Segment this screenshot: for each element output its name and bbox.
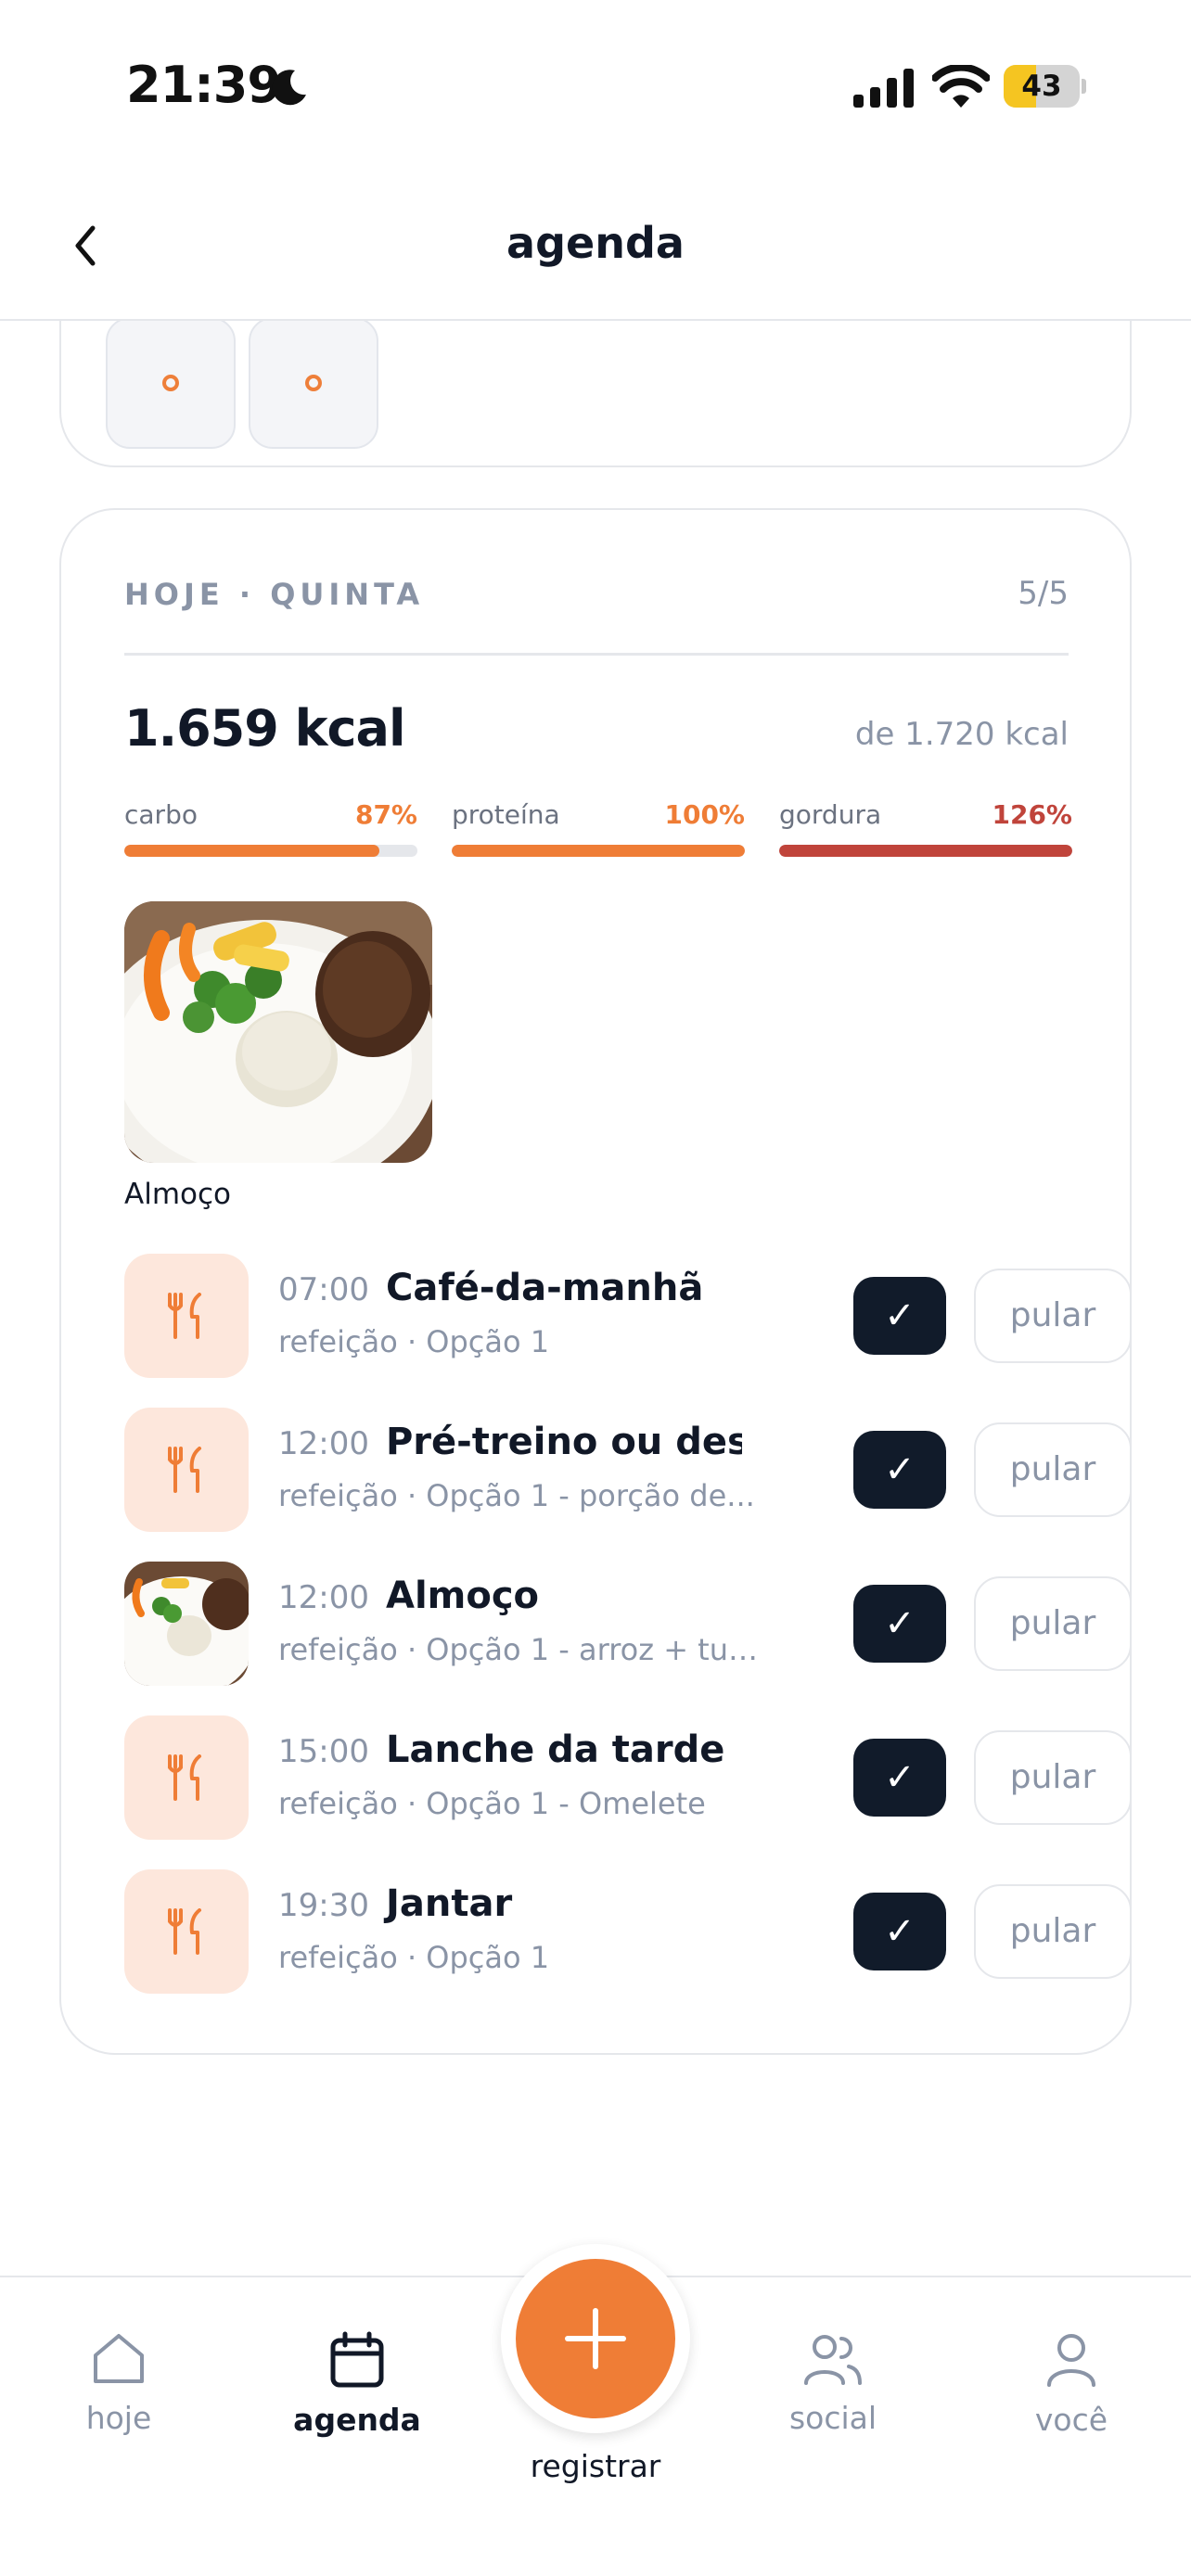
check-button[interactable]: ✓ [853,1585,946,1663]
day-tile[interactable] [249,317,378,449]
user-icon [1047,2334,1095,2387]
meal-row[interactable]: 19:30 Jantar refeição · Opção 1 ✓ pular [124,1869,1132,1994]
check-button[interactable]: ✓ [853,1277,946,1355]
cellular-signal-icon [853,69,914,108]
tab-agenda[interactable]: agenda [264,2331,450,2452]
meal-photo [124,1562,249,1686]
meal-name: Pré-treino ou desj... [385,1421,742,1463]
register-label: registrar [530,2448,661,2484]
meal-count: 5/5 [1018,575,1069,612]
calendar-icon [330,2331,384,2388]
kcal-goal: de 1.720 kcal [854,716,1069,753]
kcal-value: 1.659 kcal [124,699,405,758]
plus-icon [565,2308,626,2369]
cutlery-icon [168,1908,201,1955]
macro-pct: 126% [992,799,1072,830]
meal-icon [124,1715,249,1840]
meal-time: 12:00 [278,1425,369,1462]
day-label: HOJE · QUINTA [124,577,425,612]
divider [124,653,1069,656]
tab-hoje[interactable]: hoje [26,2331,211,2452]
cutlery-icon [168,1293,201,1339]
check-button[interactable]: ✓ [853,1431,946,1509]
food-plate-image [124,1562,249,1686]
nav-header: agenda [0,176,1191,321]
wifi-icon [932,65,990,108]
skip-button[interactable]: pular [974,1422,1132,1517]
macro-carbo: carbo 87% [124,799,417,857]
tab-label: você [1034,2402,1108,2438]
meal-icon [124,1408,249,1532]
macro-protein: proteína 100% [452,799,745,857]
status-bar: 21:39 43 [0,0,1191,176]
meal-name: Lanche da tarde [385,1728,725,1771]
meal-icon [124,1254,249,1378]
macro-name: proteína [452,799,560,830]
skip-button[interactable]: pular [974,1884,1132,1979]
meal-row[interactable]: 12:00 Pré-treino ou desj... refeição · Op… [124,1408,1132,1532]
meal-row[interactable]: 12:00 Almoço refeição · Opção 1 - arroz +… [124,1562,1132,1686]
meal-time: 12:00 [278,1579,369,1616]
tab-label: social [788,2400,877,2436]
tab-social[interactable]: social [740,2331,926,2452]
meal-detail: refeição · Opção 1 - arroz + tub... [278,1632,761,1667]
meal-photo-thumbnail[interactable] [124,901,432,1163]
meal-detail: refeição · Opção 1 - porção de... [278,1478,755,1513]
macro-fat: gordura 126% [779,799,1072,857]
meal-row[interactable]: 07:00 Café-da-manhã refeição · Opção 1 ✓ … [124,1254,1132,1378]
meal-detail: refeição · Opção 1 - Omelete [278,1786,706,1821]
meal-icon [124,1869,249,1994]
status-time: 21:39 [126,56,282,114]
skip-button[interactable]: pular [974,1269,1132,1363]
meal-name: Jantar [385,1882,513,1925]
cutlery-icon [168,1447,201,1493]
skip-button[interactable]: pular [974,1576,1132,1671]
meal-time: 07:00 [278,1271,369,1308]
meal-time: 19:30 [278,1887,369,1924]
macro-name: carbo [124,799,198,830]
tab-label: agenda [293,2402,421,2438]
meal-detail: refeição · Opção 1 [278,1940,550,1975]
status-dot [162,375,179,391]
macro-bar-fill [452,845,745,857]
meal-name: Café-da-manhã [385,1267,704,1309]
macro-bar-fill [779,845,1072,857]
today-card: HOJE · QUINTA 5/5 1.659 kcal de 1.720 kc… [59,508,1132,2055]
cutlery-icon [168,1754,201,1801]
food-plate-image [124,901,432,1163]
moon-icon [272,70,306,106]
register-button[interactable] [516,2259,675,2418]
users-icon [804,2335,862,2385]
home-icon [94,2334,144,2383]
macro-name: gordura [779,799,882,830]
tab-voce[interactable]: você [979,2331,1164,2452]
meal-detail: refeição · Opção 1 [278,1324,550,1359]
page-title: agenda [506,218,685,268]
macro-bar-fill [124,845,379,857]
battery-level: 43 [1021,70,1062,103]
meal-name: Almoço [385,1575,540,1617]
photo-caption: Almoço [124,1178,231,1211]
tab-label: hoje [85,2400,152,2436]
macro-pct: 100% [664,799,745,830]
meal-row[interactable]: 15:00 Lanche da tarde refeição · Opção 1 … [124,1715,1132,1840]
check-button[interactable]: ✓ [853,1893,946,1970]
day-tile[interactable] [106,317,236,449]
meal-time: 15:00 [278,1733,369,1770]
check-button[interactable]: ✓ [853,1739,946,1817]
macro-pct: 87% [354,799,417,830]
status-dot [305,375,322,391]
battery-indicator: 43 [1004,65,1086,108]
skip-button[interactable]: pular [974,1730,1132,1825]
